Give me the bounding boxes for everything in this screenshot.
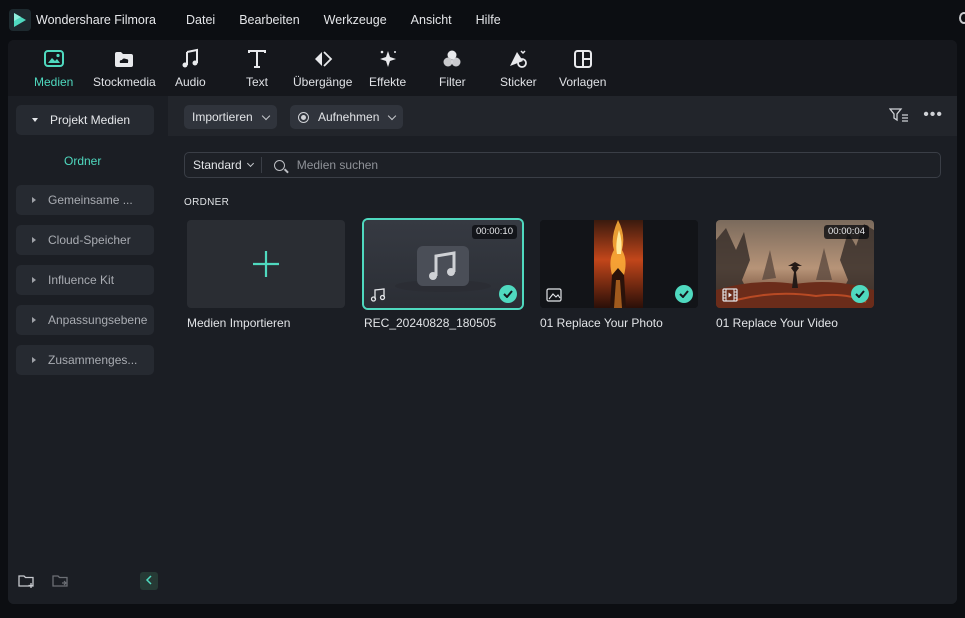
- chevron-left-icon: [145, 575, 152, 585]
- menu-hilfe[interactable]: Hilfe: [464, 0, 513, 40]
- caret-down-icon: [32, 118, 38, 122]
- window-edge-icon: [959, 12, 965, 24]
- caret-right-icon: [32, 197, 36, 203]
- menu-datei[interactable]: Datei: [174, 0, 227, 40]
- menu-bar: Datei Bearbeiten Werkzeuge Ansicht Hilfe: [174, 0, 513, 40]
- filmora-logo-icon: [9, 9, 31, 31]
- section-label-ordner: ORDNER: [184, 197, 230, 208]
- tab-medien[interactable]: Medien: [34, 48, 73, 92]
- image-type-icon: [546, 288, 562, 302]
- search-bar: Standard: [184, 152, 941, 178]
- transition-icon: [314, 51, 332, 67]
- tab-sticker[interactable]: Sticker: [500, 48, 537, 92]
- text-icon: [248, 50, 266, 68]
- tab-vorlagen[interactable]: Vorlagen: [559, 48, 606, 92]
- media-sidebar: Projekt Medien Ordner Gemeinsame ... Clo…: [8, 96, 168, 604]
- media-icon: [43, 50, 64, 67]
- sidebar-item-projekt-medien[interactable]: Projekt Medien: [16, 105, 154, 135]
- photo-thumbnail[interactable]: [540, 220, 698, 308]
- sidebar-subitem-ordner[interactable]: Ordner: [64, 154, 101, 168]
- record-icon: [298, 111, 309, 123]
- video-type-icon: [722, 288, 738, 302]
- sidebar-item-gemeinsame[interactable]: Gemeinsame ...: [16, 185, 154, 215]
- tab-filter[interactable]: Filter: [439, 48, 466, 92]
- media-toolbar: Medien Stockmedia Audio Text Übergänge E…: [8, 40, 957, 96]
- import-thumbnail[interactable]: [187, 220, 345, 308]
- bottom-strip: [0, 604, 965, 618]
- more-options-icon[interactable]: •••: [923, 107, 943, 123]
- cloud-folder-icon: [115, 52, 134, 67]
- caret-right-icon: [32, 317, 36, 323]
- chevron-down-icon: [261, 111, 270, 120]
- card-title: Medien Importieren: [187, 316, 291, 330]
- tab-text[interactable]: Text: [246, 48, 268, 92]
- app-title: Wondershare Filmora: [36, 13, 156, 27]
- caret-right-icon: [32, 357, 36, 363]
- media-card-import[interactable]: Medien Importieren: [187, 220, 345, 330]
- sticker-icon: [510, 50, 528, 68]
- folder-move-icon[interactable]: [52, 574, 70, 588]
- collapse-sidebar-button[interactable]: [140, 572, 158, 590]
- caret-right-icon: [32, 237, 36, 243]
- sort-dropdown[interactable]: Standard: [185, 157, 262, 173]
- tab-effekte[interactable]: Effekte: [369, 48, 406, 92]
- menu-bearbeiten[interactable]: Bearbeiten: [227, 0, 311, 40]
- card-title: 01 Replace Your Photo: [540, 316, 663, 330]
- audio-type-icon: [370, 288, 386, 302]
- import-dropdown-button[interactable]: Importieren: [184, 105, 277, 129]
- media-card-video[interactable]: 00:00:04 01 Replace Your Video: [716, 220, 874, 330]
- music-note-icon: [182, 48, 199, 68]
- menu-ansicht[interactable]: Ansicht: [399, 0, 464, 40]
- plus-icon: [253, 251, 279, 277]
- sidebar-item-cloud-speicher[interactable]: Cloud-Speicher: [16, 225, 154, 255]
- sidebar-item-influence-kit[interactable]: Influence Kit: [16, 265, 154, 295]
- video-thumbnail[interactable]: 00:00:04: [716, 220, 874, 308]
- media-card-audio[interactable]: 00:00:10 REC_20240828_180505: [364, 220, 522, 330]
- caret-right-icon: [32, 277, 36, 283]
- checkmark-icon: [499, 285, 517, 303]
- tab-stockmedia[interactable]: Stockmedia: [93, 48, 156, 92]
- media-panel: Medien Stockmedia Audio Text Übergänge E…: [8, 40, 957, 604]
- sidebar-footer: [18, 572, 158, 594]
- content-header: Importieren Aufnehmen •••: [168, 96, 957, 136]
- template-icon: [573, 50, 592, 68]
- filter-sort-icon[interactable]: [889, 108, 909, 122]
- search-icon: [273, 159, 285, 171]
- duration-badge: 00:00:04: [824, 225, 869, 239]
- chevron-down-icon: [246, 159, 254, 168]
- media-card-photo[interactable]: 01 Replace Your Photo: [540, 220, 698, 330]
- checkmark-icon: [851, 285, 869, 303]
- sparkle-icon: [379, 50, 396, 67]
- menu-werkzeuge[interactable]: Werkzeuge: [312, 0, 399, 40]
- record-dropdown-button[interactable]: Aufnehmen: [290, 105, 404, 129]
- media-content: Importieren Aufnehmen ••• Standard ORDNE…: [168, 96, 957, 604]
- tab-audio[interactable]: Audio: [175, 48, 206, 92]
- sidebar-item-zusammengesetzt[interactable]: Zusammenges...: [16, 345, 154, 375]
- duration-badge: 00:00:10: [472, 225, 517, 239]
- tab-uebergaenge[interactable]: Übergänge: [293, 48, 352, 92]
- header-actions: •••: [889, 107, 943, 123]
- new-folder-icon[interactable]: [18, 574, 36, 588]
- card-title: REC_20240828_180505: [364, 316, 497, 330]
- chevron-down-icon: [388, 111, 397, 120]
- title-bar: Wondershare Filmora Datei Bearbeiten Wer…: [0, 0, 965, 40]
- card-title: 01 Replace Your Video: [716, 316, 838, 330]
- filter-icon: [443, 50, 461, 67]
- audio-thumbnail[interactable]: 00:00:10: [364, 220, 522, 308]
- sidebar-item-anpassungsebene[interactable]: Anpassungsebene: [16, 305, 154, 335]
- search-input[interactable]: [296, 158, 897, 172]
- checkmark-icon: [675, 285, 693, 303]
